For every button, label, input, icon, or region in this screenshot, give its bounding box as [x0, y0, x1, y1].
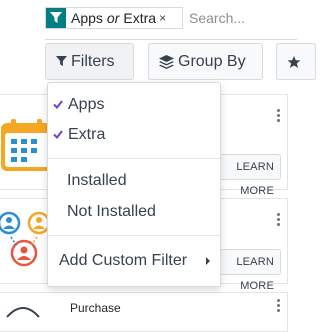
filters-dropdown: Apps Extra Installed Not Installed Add C…	[47, 82, 221, 287]
add-custom-filter-label: Add Custom Filter	[59, 252, 188, 269]
filter-option-label: Extra	[68, 126, 106, 143]
card-title: Purchase	[70, 301, 121, 315]
search-underline	[45, 39, 297, 40]
search-input[interactable]	[189, 8, 297, 28]
search-facet-filter[interactable]: Apps or Extra ×	[45, 7, 183, 29]
facet-separator: or	[106, 10, 120, 26]
filter-option-label: Apps	[68, 96, 105, 113]
filter-option-extra[interactable]: Extra	[48, 122, 220, 148]
search-bar: Apps or Extra ×	[45, 5, 297, 40]
filters-label: Filters	[71, 52, 115, 70]
group-by-label: Group By	[178, 52, 246, 70]
check-icon	[53, 100, 63, 109]
check-icon	[53, 130, 63, 139]
star-icon	[287, 55, 301, 68]
menu-divider	[48, 235, 220, 236]
group-by-button[interactable]: Group By	[148, 43, 263, 80]
favorites-button[interactable]	[276, 43, 316, 80]
purchase-icon	[6, 307, 40, 318]
facet-value: Extra	[123, 10, 157, 26]
card-menu-icon[interactable]	[277, 299, 281, 314]
filter-option-label: Not Installed	[67, 203, 156, 220]
card-menu-icon[interactable]	[277, 109, 281, 124]
filter-icon	[56, 56, 67, 67]
filter-icon	[46, 8, 66, 28]
filter-option-not-installed[interactable]: Not Installed	[48, 199, 220, 225]
facet-value: Apps	[71, 10, 103, 26]
filter-option-installed[interactable]: Installed	[48, 168, 220, 194]
kanban-card[interactable]: Purchase	[0, 292, 288, 332]
caret-right-icon	[206, 257, 210, 265]
menu-divider	[48, 158, 220, 159]
facet-remove-icon[interactable]: ×	[159, 11, 166, 25]
filter-option-apps[interactable]: Apps	[48, 92, 220, 118]
add-custom-filter-item[interactable]: Add Custom Filter	[48, 248, 220, 274]
filters-button[interactable]: Filters	[45, 43, 134, 80]
card-menu-icon[interactable]	[277, 213, 281, 228]
layers-icon	[159, 54, 174, 69]
filter-option-label: Installed	[67, 172, 127, 189]
